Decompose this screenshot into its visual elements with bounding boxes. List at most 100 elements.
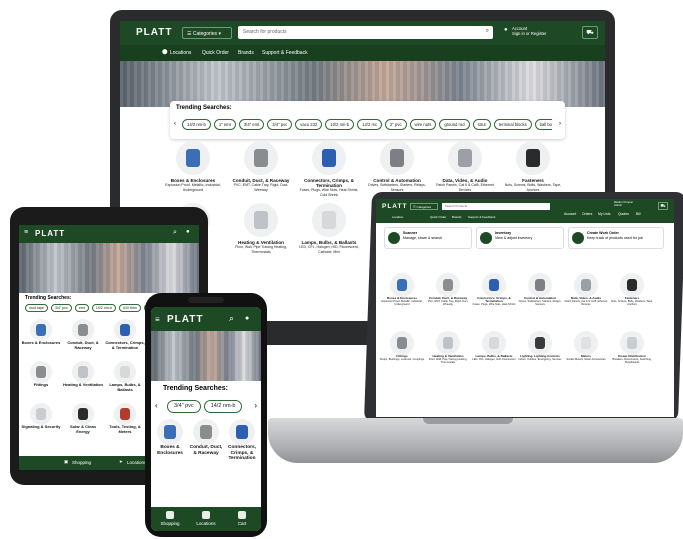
search-input[interactable]: Search for products ⌕	[238, 26, 493, 39]
category-card[interactable]: Control & Automation Drives, Softstarters…	[516, 273, 564, 307]
category-card[interactable]: Data, Video, & Audio Patch Panels, Cat 6 …	[562, 273, 610, 307]
search-input[interactable]: Search Products	[442, 203, 550, 210]
trending-chip[interactable]: vacu 232	[295, 119, 323, 130]
footer-cart[interactable]: Cart	[227, 511, 257, 526]
category-card[interactable]: Conduit, Duct, & Raceway	[188, 419, 224, 456]
nav-quotes[interactable]: Quotes	[618, 212, 629, 216]
nav-account[interactable]: Account	[564, 212, 576, 216]
footer-shopping[interactable]: Shopping	[155, 511, 185, 526]
category-card[interactable]: Connectors, Crimps, & Termination	[224, 419, 260, 462]
category-card[interactable]: Conduit, Duct, & Raceway PVC, EMT, Cable …	[424, 273, 472, 307]
chevron-left-icon[interactable]: ‹	[155, 401, 158, 410]
trending-chip[interactable]: ball box	[534, 119, 552, 130]
categories-label: Categories	[192, 31, 218, 37]
logo[interactable]: PLATT	[35, 229, 65, 238]
create-work-order-card[interactable]: Create Work Order Keep track of products…	[568, 227, 664, 249]
trending-chip[interactable]: ground rod	[439, 119, 470, 130]
user-icon[interactable]: ●	[186, 229, 190, 235]
trending-chip[interactable]: terminal blocks	[493, 119, 532, 130]
category-card[interactable]: Fasteners Nuts, Screws, Bolts, Washers, T…	[500, 141, 566, 192]
category-card[interactable]: Fasteners Nuts, Screws, Bolts, Washers, T…	[608, 273, 656, 307]
trending-chip[interactable]: 14/2 nm-b	[203, 400, 243, 413]
category-card[interactable]: Heating & Ventilation Floor, Wall, Pipe T…	[424, 331, 472, 365]
category-card[interactable]: Boxes & Enclosures Explosion Proof, Metal…	[378, 273, 426, 307]
footer-shopping[interactable]: Shopping	[72, 460, 91, 465]
trending-chip[interactable]: mud tape	[25, 304, 48, 312]
scanner-card[interactable]: Scanner Manage, share & search	[384, 227, 472, 249]
nav-brands[interactable]: Brands	[238, 50, 254, 56]
nav-bill[interactable]: Bill	[636, 212, 641, 216]
category-image	[620, 273, 644, 297]
category-card[interactable]: Control & Automation Drives, Softstarters…	[364, 141, 430, 192]
category-card[interactable]: Lamps, Bulbs, & Ballasts	[105, 361, 145, 392]
category-card[interactable]: Fittings Straps, Bushings, Locknuts, Coup…	[378, 331, 426, 361]
category-card[interactable]: Heating & Ventilation Floor, Wall, Pipe T…	[228, 203, 294, 254]
nav-my-lists[interactable]: My Lists	[598, 212, 610, 216]
user-menu[interactable]: Martin Crimpon Admin	[614, 200, 633, 208]
search-icon[interactable]: ⌕	[173, 229, 177, 237]
footer-locations[interactable]: Locations	[127, 460, 146, 465]
menu-icon[interactable]: ≡	[155, 315, 160, 324]
category-card[interactable]: Signaling & Security	[21, 403, 61, 430]
trending-chip[interactable]: 3/4" emt	[238, 119, 265, 130]
cart-button[interactable]: ⛟	[658, 202, 668, 210]
trending-chip[interactable]: wire nuts	[409, 119, 437, 130]
nav-quick-order[interactable]: Quick Order	[430, 215, 446, 219]
logo[interactable]: PLATT	[167, 314, 203, 325]
logo[interactable]: PLATT	[136, 27, 172, 38]
chevron-right-icon[interactable]: ›	[559, 121, 561, 127]
chevron-left-icon[interactable]: ‹	[174, 121, 176, 127]
trending-chip[interactable]: emt	[74, 304, 89, 312]
trending-chip[interactable]: 14/2 nm-b	[182, 119, 211, 130]
nav-locations[interactable]: Locations	[170, 50, 191, 56]
category-card[interactable]: Tools, Testing, & Meters	[105, 403, 145, 434]
nav-quick-order[interactable]: Quick Order	[202, 50, 229, 56]
shopping-icon[interactable]: ▣	[64, 459, 68, 465]
trending-chip[interactable]: 3/4" pvc	[167, 400, 201, 413]
footer-locations[interactable]: Locations	[191, 511, 221, 526]
nav-location[interactable]: Location	[392, 215, 403, 219]
category-card[interactable]: Fittings	[21, 361, 61, 388]
category-card[interactable]: Power Distribution Breakers, Disconnects,…	[608, 331, 656, 365]
inventory-card[interactable]: Inventory View & adjust inventory	[476, 227, 564, 249]
category-card[interactable]: Boxes & Enclosures	[21, 319, 61, 346]
category-card[interactable]: Lamps, Bulbs, & Ballasts LED, CFL, Haloge…	[470, 331, 518, 361]
category-card[interactable]: Lighting, Lighting Controls Indoor, Outdo…	[516, 331, 564, 361]
search-icon[interactable]: ⌕	[229, 313, 234, 324]
trending-chip[interactable]: 12/2 mc	[357, 119, 383, 130]
category-card[interactable]: Connectors, Crimps, & Termination	[105, 319, 145, 350]
nav-support-feedback[interactable]: Support & Feedback	[262, 50, 308, 56]
nav-support-feedback[interactable]: Support & Feedback	[468, 215, 495, 219]
chevron-right-icon[interactable]: ›	[254, 401, 257, 410]
category-card[interactable]: Connectors, Crimps, & Termination Fuses, …	[470, 273, 518, 307]
categories-button[interactable]: ☰ Categories ▾	[182, 27, 232, 39]
category-card[interactable]: Conduit, Duct, & Raceway	[63, 319, 103, 350]
trending-chip[interactable]: 2" pvc	[385, 119, 407, 130]
user-icon[interactable]: ●	[245, 315, 249, 322]
search-icon[interactable]: ⌕	[486, 28, 489, 35]
cart-button[interactable]: ⛟	[582, 26, 598, 39]
trending-chip[interactable]: 3/4" pvc	[267, 119, 293, 130]
category-card[interactable]: Connectors, Crimps, & Termination Fuses, …	[296, 141, 362, 197]
menu-icon[interactable]: ≡	[24, 229, 28, 236]
nav-brands[interactable]: Brands	[452, 215, 462, 219]
trending-chip[interactable]: 10/2 nm-b	[91, 304, 117, 312]
trending-chip[interactable]: strut	[472, 119, 491, 130]
trending-chip[interactable]: 10/2 nm-b	[325, 119, 355, 130]
category-card[interactable]: Data, Video, & Audio Patch Panels, Cat 6 …	[432, 141, 498, 192]
category-card[interactable]: Conduit, Duct, & Raceway PVC, EMT, Cable …	[228, 141, 294, 192]
account-link[interactable]: ● Account Sign in or Register	[504, 26, 546, 36]
category-card[interactable]: Boxes & Enclosures	[152, 419, 188, 456]
trending-chip[interactable]: 1" emt	[213, 119, 236, 130]
category-card[interactable]: Lamps, Bulbs, & Ballasts LED, CFL, Haloge…	[296, 203, 362, 254]
category-card[interactable]: Heating & Ventilation	[63, 361, 103, 388]
category-card[interactable]: Boxes & Enclosures Explosion Proof, Metal…	[160, 141, 226, 192]
trending-chip[interactable]: 3/4" pvc	[50, 304, 72, 312]
category-card[interactable]: Meters Socket Meters, Meter Accessories	[562, 331, 610, 361]
trending-chip[interactable]: #10 thhn	[119, 304, 142, 312]
categories-button[interactable]: ☰ Categories	[410, 203, 438, 210]
location-arrow-icon[interactable]: ➤	[119, 459, 123, 465]
category-card[interactable]: Solar & Clean Energy	[63, 403, 103, 434]
nav-orders[interactable]: Orders	[582, 212, 592, 216]
logo[interactable]: PLATT	[382, 203, 407, 210]
